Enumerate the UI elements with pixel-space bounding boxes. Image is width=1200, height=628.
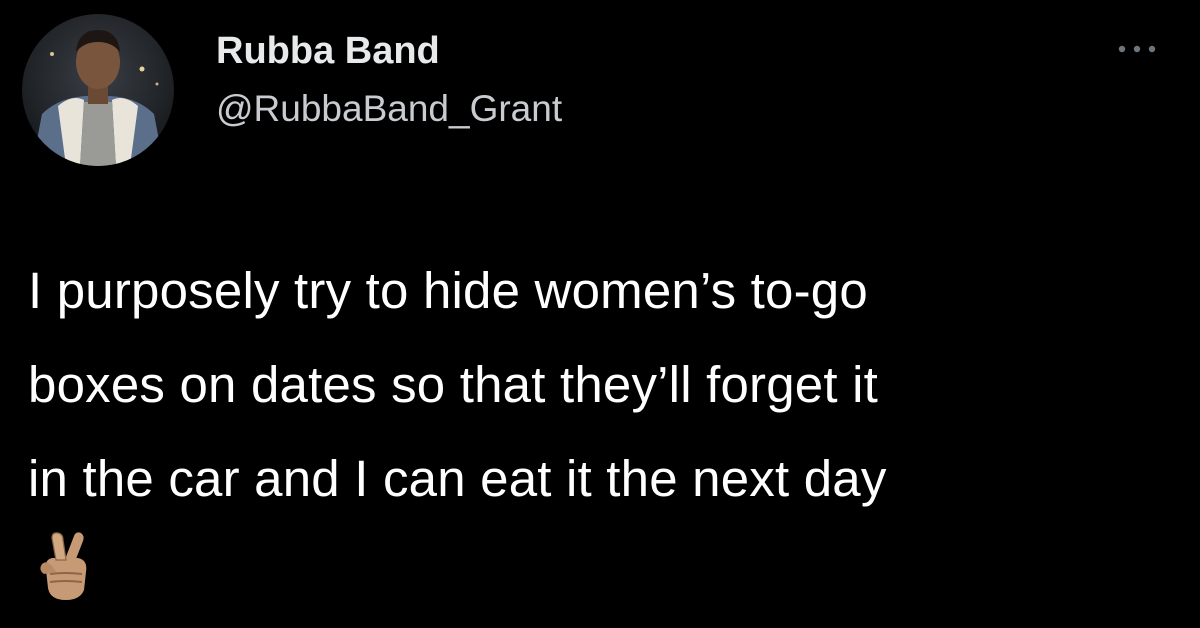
more-options-icon [1118,45,1156,53]
tweet-text-line: in the car and I can eat it the next day [28,450,887,507]
profile-photo-icon [22,14,174,166]
crossed-fingers-icon [34,530,96,602]
avatar[interactable] [22,14,174,166]
author-handle[interactable]: @RubbaBand_Grant [216,88,562,130]
tweet-text: I purposely try to hide women’s to-go bo… [28,244,1178,526]
tweet-text-line: I purposely try to hide women’s to-go [28,262,868,319]
author-name[interactable]: Rubba Band [216,30,440,73]
tweet-text-line: boxes on dates so that they’ll forget it [28,356,878,413]
more-options-button[interactable] [1112,34,1162,64]
tweet-card: Rubba Band @RubbaBand_Grant I purposely … [0,0,1200,628]
